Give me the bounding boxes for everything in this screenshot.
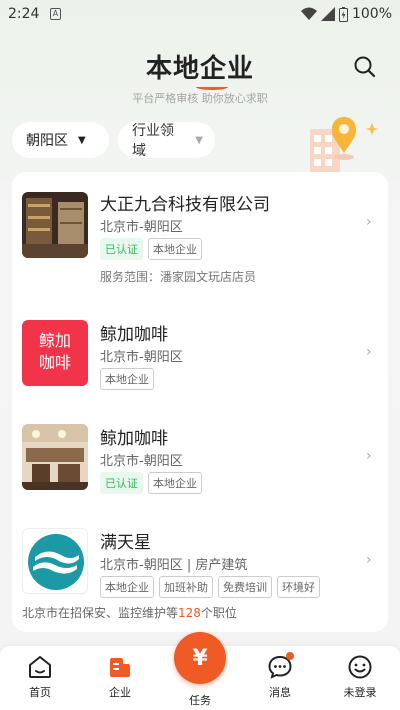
company-tags: 本地企业 — [100, 368, 154, 390]
good-environment-tag: 环境好 — [277, 576, 320, 598]
notification-icon: A — [50, 8, 61, 20]
hiring-summary: 北京市在招保安、监控维护等128个职位 — [22, 606, 237, 620]
company-item[interactable]: 满天星 北京市-朝阳区 | 房产建筑 本地企业 加班补助 免费培训 环境好 北京… — [12, 510, 388, 632]
status-time: 2:24 — [8, 6, 40, 22]
location-building-icon — [310, 117, 379, 175]
battery-icon — [338, 6, 348, 22]
local-company-tag: 本地企业 — [100, 368, 154, 390]
verified-tag: 已认证 — [100, 238, 143, 260]
company-tags: 本地企业 加班补助 免费培训 环境好 — [100, 576, 320, 598]
company-item[interactable]: 大正九合科技有限公司 北京市-朝阳区 已认证 本地企业 服务范围：潘家园文玩店店… — [12, 172, 388, 294]
company-name: 鲸加咖啡 — [100, 429, 168, 449]
company-name: 鲸加咖啡 — [100, 325, 168, 345]
tab-company[interactable]: 企业 — [88, 654, 152, 700]
industry-filter[interactable]: 行业领域 ▼ — [118, 122, 215, 159]
search-icon[interactable] — [352, 54, 378, 80]
tab-messages[interactable]: 消息 — [248, 654, 312, 700]
company-location: 北京市-朝阳区 — [100, 454, 183, 469]
free-training-tag: 免费培训 — [218, 576, 272, 598]
chevron-right-icon: › — [366, 344, 372, 360]
page-subtitle: 平台严格审核 助你放心求职 — [132, 92, 268, 105]
unread-badge — [286, 652, 294, 660]
local-company-tag: 本地企业 — [148, 238, 202, 260]
company-item[interactable]: 鲸加咖啡 北京市-朝阳区 已认证 本地企业 › — [12, 406, 388, 508]
caret-down-icon: ▼ — [195, 134, 203, 146]
company-location: 北京市-朝阳区 — [100, 220, 183, 235]
company-item[interactable]: 鲸加 咖啡 鲸加咖啡 北京市-朝阳区 本地企业 › — [12, 302, 388, 404]
service-scope: 服务范围：潘家园文玩店店员 — [100, 270, 257, 284]
company-tags: 已认证 本地企业 — [100, 238, 202, 260]
chevron-right-icon: › — [366, 552, 372, 568]
district-filter[interactable]: 朝阳区 ▼ — [12, 122, 109, 158]
home-icon — [29, 656, 51, 678]
page-title: 本地企业 — [0, 48, 400, 90]
wifi-icon — [300, 7, 317, 20]
task-button[interactable]: ¥ — [174, 632, 226, 684]
company-tags: 已认证 本地企业 — [100, 472, 202, 494]
local-company-tag: 本地企业 — [100, 576, 154, 598]
battery-level: 100% — [351, 6, 392, 22]
smiley-icon — [348, 655, 372, 679]
tab-home[interactable]: 首页 — [8, 654, 72, 700]
yen-icon: ¥ — [192, 645, 208, 671]
overtime-subsidy-tag: 加班补助 — [159, 576, 213, 598]
verified-tag: 已认证 — [100, 472, 143, 494]
company-logo — [22, 528, 88, 594]
chevron-right-icon: › — [366, 214, 372, 230]
company-photo — [22, 192, 88, 258]
company-building-icon — [110, 658, 130, 677]
company-name: 大正九合科技有限公司 — [100, 195, 270, 215]
chevron-right-icon: › — [366, 448, 372, 464]
status-bar: 2:24 A 100% — [0, 0, 400, 28]
task-label: 任务 — [189, 694, 211, 707]
company-list: 大正九合科技有限公司 北京市-朝阳区 已认证 本地企业 服务范围：潘家园文玩店店… — [12, 172, 388, 632]
signal-icon — [320, 7, 335, 21]
company-location: 北京市-朝阳区 | 房产建筑 — [100, 558, 248, 573]
caret-down-icon: ▼ — [78, 134, 86, 146]
tab-profile[interactable]: 未登录 — [328, 654, 392, 700]
company-photo — [22, 424, 88, 490]
company-name: 满天星 — [100, 533, 151, 553]
company-location: 北京市-朝阳区 — [100, 350, 183, 365]
company-logo: 鲸加 咖啡 — [22, 320, 88, 386]
local-company-tag: 本地企业 — [148, 472, 202, 494]
